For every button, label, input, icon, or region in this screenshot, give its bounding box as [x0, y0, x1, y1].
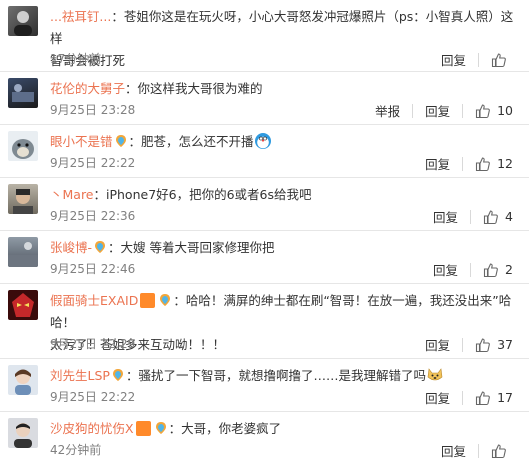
rainbow-badge-icon [155, 422, 166, 434]
doge-emoji-icon [427, 368, 443, 381]
username-link[interactable]: 张峻博- [50, 240, 92, 255]
rainbow-badge-icon [160, 294, 171, 306]
reply-button[interactable]: 回复 [441, 441, 466, 460]
comment-text: ：肥苍，怎么还不开播 [128, 134, 254, 149]
like-button[interactable]: 17 [475, 390, 513, 406]
divider [478, 52, 479, 67]
thumb-up-icon [476, 337, 490, 352]
comment-text: ：你这样我大哥很为难的 [125, 81, 263, 96]
like-button[interactable]: 10 [475, 103, 513, 119]
like-count: 17 [497, 390, 513, 405]
thumb-up-icon [491, 52, 506, 67]
comment-item: 张峻博- ：大嫂 等着大哥回家修理你把 9月25日 22:46 回复 2 [0, 231, 529, 284]
like-count: 2 [505, 262, 513, 277]
avatar[interactable] [8, 237, 38, 267]
comment-item: ...祛耳钉...：苍姐你这是在玩火呀，小心大哥怒发冲冠爆照片（ps：小智真人照… [0, 0, 529, 72]
thumb-up-icon [491, 443, 506, 458]
username-link[interactable]: 刘先生LSP [50, 368, 110, 383]
comment-text: ：苍姐你这是在玩火呀，小心大哥怒发冲冠爆照片（ps：小智真人照）这样 [50, 9, 514, 46]
avatar[interactable] [8, 184, 38, 214]
divider [462, 156, 464, 171]
vip-level-icon [140, 293, 156, 308]
username-link[interactable]: 假面骑士EXAID [50, 293, 138, 308]
comment-item: 假面骑士EXAID ：哈哈！满屏的绅士都在刷“智哥！在放一遍，我还没出来”哈哈！ … [0, 284, 529, 359]
comment-item: 眼小不是错 ：肥苍，怎么还不开播 9月25日 22:22 回复 12 [0, 125, 529, 178]
username-link[interactable]: 花伦的大舅子 [50, 81, 125, 96]
comment-time: 9月25日 22:29 [50, 337, 136, 351]
thumb-up-icon [476, 103, 490, 118]
like-button[interactable]: 4 [483, 209, 513, 225]
like-button[interactable] [491, 443, 513, 459]
avatar[interactable] [8, 131, 38, 161]
rainbow-badge-icon [115, 135, 126, 147]
comment-text: ：大哥，你老婆疯了 [168, 421, 282, 436]
comment-time: 9月25日 22:22 [50, 390, 136, 404]
comment-item: 花伦的大舅子：你这样我大哥很为难的 9月25日 23:28 举报 回复 10 [0, 72, 529, 125]
username-link[interactable]: ...祛耳钉... [50, 9, 111, 24]
like-button[interactable]: 12 [475, 156, 513, 172]
username-link[interactable]: 眼小不是错 [50, 134, 113, 149]
avatar[interactable] [8, 78, 38, 108]
comment-time: 9月25日 22:46 [50, 262, 136, 276]
avatar[interactable] [8, 418, 38, 448]
avatar[interactable] [8, 365, 38, 395]
comment-time: 9月25日 22:22 [50, 156, 136, 170]
avatar[interactable] [8, 290, 38, 320]
like-count: 10 [497, 103, 513, 118]
rainbow-badge-icon [112, 369, 123, 381]
divider [470, 262, 472, 277]
divider [462, 337, 464, 352]
like-button[interactable]: 2 [483, 262, 513, 278]
username-link[interactable]: 沙皮狗的忧伤X [50, 421, 134, 436]
like-button[interactable] [491, 52, 513, 68]
comment-text: ：大嫂 等着大哥回家修理你把 [108, 240, 275, 255]
thumb-up-icon [476, 156, 490, 171]
avatar[interactable] [8, 6, 38, 36]
divider [478, 443, 479, 458]
comment-item: 丶Mare：iPhone7好6，把你的6或者6s给我吧 9月25日 22:36 … [0, 178, 529, 231]
comment-text: ：iPhone7好6，把你的6或者6s给我吧 [93, 187, 312, 202]
reply-button[interactable]: 回复 [425, 154, 450, 173]
comment-list: ...祛耳钉...：苍姐你这是在玩火呀，小心大哥怒发冲冠爆照片（ps：小智真人照… [0, 0, 529, 469]
divider [462, 390, 464, 405]
divider [412, 103, 414, 118]
reply-button[interactable]: 回复 [433, 207, 458, 226]
reply-button[interactable]: 回复 [433, 260, 458, 279]
rainbow-badge-icon [95, 241, 106, 253]
reply-button[interactable]: 回复 [425, 335, 450, 354]
comment-time: 42分钟前 [50, 443, 102, 457]
comment-time: 17分钟前 [50, 52, 102, 66]
like-count: 12 [497, 156, 513, 171]
divider [470, 209, 472, 224]
comment-item: 沙皮狗的忧伤X ：大哥，你老婆疯了 42分钟前 回复 [0, 412, 529, 469]
comment-time: 9月25日 22:36 [50, 209, 136, 223]
comment-item: 刘先生LSP ：骚扰了一下智哥，就想撸啊撸了……是我理解错了吗 9月25日 22:… [0, 359, 529, 412]
like-count: 37 [497, 337, 513, 352]
reply-button[interactable]: 回复 [425, 388, 450, 407]
divider [462, 103, 464, 118]
reply-button[interactable]: 回复 [441, 50, 466, 69]
vip-level-icon [135, 421, 151, 436]
thumb-up-icon [483, 262, 498, 277]
comment-text: ：骚扰了一下智哥，就想撸啊撸了……是我理解错了吗 [125, 368, 426, 383]
like-count: 4 [505, 209, 513, 224]
report-button[interactable]: 举报 [375, 101, 400, 120]
thumb-up-icon [483, 209, 498, 224]
comment-time: 9月25日 23:28 [50, 103, 136, 117]
username-link[interactable]: 丶Mare [50, 187, 94, 202]
doraemon-emoji-icon [254, 133, 271, 149]
reply-button[interactable]: 回复 [425, 101, 450, 120]
thumb-up-icon [476, 390, 490, 405]
like-button[interactable]: 37 [475, 337, 513, 353]
